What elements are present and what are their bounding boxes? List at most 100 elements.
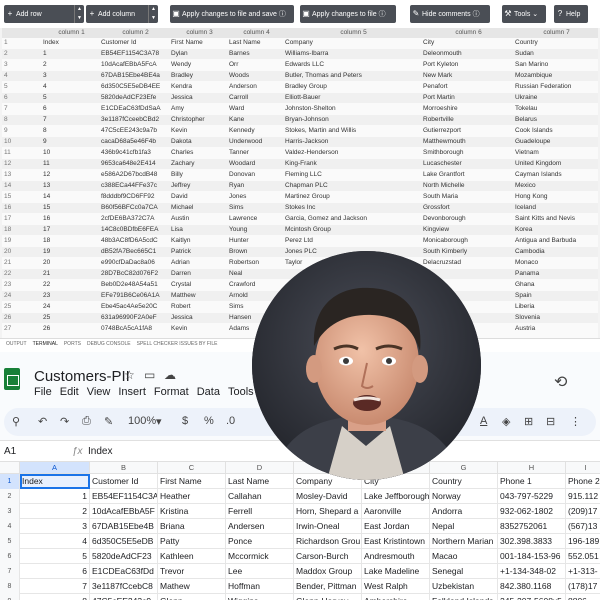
csv-column-header[interactable]: column 2 (100, 28, 170, 38)
sheet-cell[interactable]: Falkland Islands (430, 594, 498, 600)
sheet-cell[interactable]: First Name (158, 474, 226, 489)
csv-cell[interactable]: Underwood (228, 137, 284, 147)
csv-cell[interactable]: Cambodia (514, 247, 598, 257)
csv-cell[interactable]: Adrian (170, 258, 228, 268)
csv-cell[interactable]: 13 (42, 181, 100, 191)
csv-cell[interactable]: 5820deAdCF23Efe (100, 93, 170, 103)
sheet-cell[interactable]: 001-184-153-96 (498, 549, 566, 564)
csv-cell[interactable]: Kevin (170, 126, 228, 136)
panel-tab[interactable]: DEBUG CONSOLE (87, 339, 131, 348)
csv-cell[interactable]: Anderson (228, 82, 284, 92)
chevron-down-icon[interactable]: ▾ (156, 415, 162, 428)
menu-item[interactable]: Tools (228, 386, 254, 398)
csv-cell[interactable]: 436b9c41cfb1fa3 (100, 148, 170, 158)
sheet-cell[interactable]: Maddox Group (294, 564, 362, 579)
csv-cell[interactable]: Christopher (170, 115, 228, 125)
csv-cell[interactable]: Austin (170, 214, 228, 224)
csv-cell[interactable]: Company (284, 38, 422, 48)
csv-cell[interactable]: Dylan (170, 49, 228, 59)
csv-cell[interactable]: Hong Kong (514, 192, 598, 202)
sheet-cell[interactable]: Mccormick (226, 549, 294, 564)
csv-cell[interactable]: Grossfort (422, 203, 514, 213)
sheet-cell[interactable]: 842.380.1168 (498, 579, 566, 594)
sheet-cell[interactable]: +1-313- (566, 564, 600, 579)
sheet-cell[interactable]: Kristina (158, 504, 226, 519)
sheet-cell[interactable]: Heather (158, 489, 226, 504)
csv-cell[interactable]: 15 (42, 203, 100, 213)
csv-cell[interactable]: Country (514, 38, 598, 48)
csv-cell[interactable]: Cook Islands (514, 126, 598, 136)
csv-cell[interactable]: 48b3AC8fD6A5cdC (100, 236, 170, 246)
csv-cell[interactable]: Devonborough (422, 214, 514, 224)
csv-cell[interactable]: Crystal (170, 280, 228, 290)
zoom-select[interactable]: 100% (128, 415, 156, 427)
csv-cell[interactable]: Robert (170, 302, 228, 312)
sheet-cell[interactable]: Kathleen (158, 549, 226, 564)
csv-cell[interactable]: Ukraine (514, 93, 598, 103)
csv-cell[interactable]: Belarus (514, 115, 598, 125)
sheet-cell[interactable]: 8352752061 (498, 519, 566, 534)
csv-cell[interactable]: King-Frank (284, 159, 422, 169)
csv-cell[interactable]: Michael (170, 203, 228, 213)
csv-cell[interactable]: Austria (514, 324, 598, 334)
csv-cell[interactable]: Kevin (170, 324, 228, 334)
row-header[interactable]: 7 (0, 564, 20, 579)
sheet-cell[interactable]: 2 (20, 504, 90, 519)
csv-cell[interactable]: 17 (42, 225, 100, 235)
csv-cell[interactable]: 25 (42, 313, 100, 323)
csv-cell[interactable]: Donovan (228, 170, 284, 180)
more-tools-icon[interactable]: ⋮ (570, 415, 581, 428)
name-box[interactable]: A1 (4, 446, 16, 457)
sheet-cell[interactable]: Uzbekistan (430, 579, 498, 594)
menu-item[interactable]: Insert (118, 386, 146, 398)
csv-cell[interactable]: Mozambique (514, 71, 598, 81)
search-menus-icon[interactable]: ⚲ (12, 415, 20, 428)
sheet-cell[interactable]: EB54EF1154C3A (90, 489, 158, 504)
row-header[interactable]: 4 (0, 519, 20, 534)
csv-cell[interactable]: Woods (228, 71, 284, 81)
star-icon[interactable]: ☆ (124, 368, 135, 382)
row-header[interactable]: 1 (0, 474, 20, 489)
row-header[interactable]: 5 (0, 534, 20, 549)
sheet-cell[interactable]: (178)17 (566, 579, 600, 594)
csv-cell[interactable]: B60f56BFCc0a7CA (100, 203, 170, 213)
sheet-cell[interactable]: Horn, Shepard a (294, 504, 362, 519)
csv-cell[interactable]: Ebe45ac4Ae5e20C (100, 302, 170, 312)
undo-icon[interactable]: ↶ (38, 415, 47, 428)
csv-cell[interactable]: First Name (170, 38, 228, 48)
csv-cell[interactable]: Antigua and Barbuda (514, 236, 598, 246)
sheet-cell[interactable]: Customer Id (90, 474, 158, 489)
sheet-cell[interactable]: East Kristintown (362, 534, 430, 549)
panel-tab[interactable]: OUTPUT (6, 339, 27, 348)
panel-tab[interactable]: TERMINAL (33, 339, 58, 348)
csv-cell[interactable]: c388ECa44FFe37c (100, 181, 170, 191)
csv-cell[interactable]: Hunter (228, 236, 284, 246)
sheet-cell[interactable]: Trevor (158, 564, 226, 579)
csv-cell[interactable]: Lucaschester (422, 159, 514, 169)
csv-column-header[interactable]: column 4 (228, 28, 284, 38)
csv-cell[interactable]: Brown (228, 247, 284, 257)
sheet-cell[interactable]: Last Name (226, 474, 294, 489)
redo-icon[interactable]: ↷ (60, 415, 69, 428)
csv-cell[interactable]: 0748BcA5cA1fA8 (100, 324, 170, 334)
csv-cell[interactable]: Sims (228, 203, 284, 213)
row-header[interactable]: 6 (0, 549, 20, 564)
csv-cell[interactable]: Beb0D2e48A54a51 (100, 280, 170, 290)
column-header[interactable]: B (90, 462, 158, 474)
csv-cell[interactable]: Orr (228, 60, 284, 70)
csv-cell[interactable]: City (422, 38, 514, 48)
csv-column-header[interactable]: column 5 (284, 28, 422, 38)
csv-cell[interactable]: 5 (42, 93, 100, 103)
csv-cell[interactable]: EB54EF1154C3A78 (100, 49, 170, 59)
csv-cell[interactable]: Jessica (170, 93, 228, 103)
csv-cell[interactable]: Tokelau (514, 104, 598, 114)
percent-format-icon[interactable]: % (204, 415, 214, 427)
hide-comments-button[interactable]: ✎ Hide comments ⓘ (410, 5, 490, 23)
text-color-icon[interactable]: A (480, 415, 487, 427)
column-header[interactable]: A (20, 462, 90, 474)
add-row-button[interactable]: + Add row ▲ ▼ (4, 5, 84, 23)
csv-cell[interactable]: Cayman Islands (514, 170, 598, 180)
sheet-cell[interactable]: 4 (20, 534, 90, 549)
sheet-cell[interactable]: 3 (20, 519, 90, 534)
document-title[interactable]: Customers-PII (34, 368, 130, 385)
